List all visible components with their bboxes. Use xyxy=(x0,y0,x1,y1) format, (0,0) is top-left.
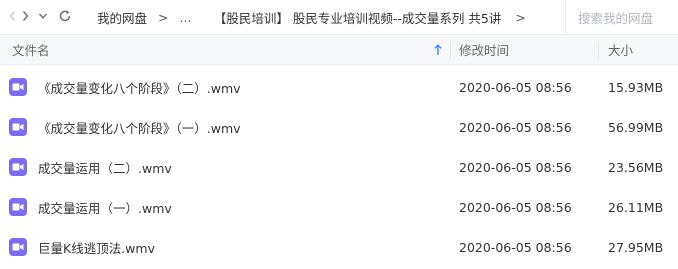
column-header-modified[interactable]: 修改时间 xyxy=(459,35,509,64)
column-header-name[interactable]: 文件名 xyxy=(12,35,50,64)
breadcrumb: 我的网盘 > ... > 【股民培训】 股民专业培训视频--成交量系列 共5讲 … xyxy=(97,0,537,34)
history-dropdown-icon[interactable] xyxy=(34,7,52,25)
breadcrumb-separator: > xyxy=(515,9,526,25)
file-name[interactable]: 成交量运用（一）.wmv xyxy=(38,187,172,227)
column-divider[interactable] xyxy=(450,41,451,59)
file-size: 23.56MB xyxy=(608,159,664,175)
file-size: 26.11MB xyxy=(608,199,664,215)
refresh-icon[interactable] xyxy=(56,7,74,25)
file-name[interactable]: 《成交量变化八个阶段》（一）.wmv xyxy=(38,107,241,147)
toolbar: 我的网盘 > ... > 【股民培训】 股民专业培训视频--成交量系列 共5讲 … xyxy=(0,0,678,34)
file-name[interactable]: 《成交量变化八个阶段》（二）.wmv xyxy=(38,67,241,107)
file-modified: 2020-06-05 08:56 xyxy=(459,199,572,215)
file-list-header: 文件名 修改时间 大小 xyxy=(0,34,678,65)
file-size: 27.95MB xyxy=(608,239,664,255)
search-input[interactable]: 搜索我的网盘 xyxy=(565,0,678,34)
file-row[interactable]: 成交量运用（一）.wmv 2020-06-05 08:56 26.11MB xyxy=(0,187,678,227)
breadcrumb-item-current-folder[interactable]: 【股民培训】 股民专业培训视频--成交量系列 共5讲 xyxy=(214,8,501,27)
video-file-icon xyxy=(9,238,27,256)
forward-chevron-icon[interactable] xyxy=(16,7,34,25)
file-modified: 2020-06-05 08:56 xyxy=(459,79,572,95)
file-row[interactable]: 《成交量变化八个阶段》（一）.wmv 2020-06-05 08:56 56.9… xyxy=(0,107,678,147)
arrow-up-icon[interactable] xyxy=(433,35,443,64)
file-row[interactable]: 《成交量变化八个阶段》（二）.wmv 2020-06-05 08:56 15.9… xyxy=(0,67,678,107)
file-size: 15.93MB xyxy=(608,79,664,95)
breadcrumb-item-ellipsis[interactable]: ... xyxy=(180,10,192,25)
column-header-size[interactable]: 大小 xyxy=(608,35,633,64)
breadcrumb-item-my-drive[interactable]: 我的网盘 xyxy=(97,8,147,27)
file-name[interactable]: 成交量运用（二）.wmv xyxy=(38,147,172,187)
file-modified: 2020-06-05 08:56 xyxy=(459,239,572,255)
breadcrumb-separator: > xyxy=(158,9,169,25)
file-modified: 2020-06-05 08:56 xyxy=(459,119,572,135)
video-file-icon xyxy=(9,198,27,216)
file-modified: 2020-06-05 08:56 xyxy=(459,159,572,175)
file-row[interactable]: 巨量K线逃顶法.wmv 2020-06-05 08:56 27.95MB xyxy=(0,227,678,267)
file-size: 56.99MB xyxy=(608,119,664,135)
file-name[interactable]: 巨量K线逃顶法.wmv xyxy=(38,227,155,267)
video-file-icon xyxy=(9,78,27,96)
file-row[interactable]: 成交量运用（二）.wmv 2020-06-05 08:56 23.56MB xyxy=(0,147,678,187)
video-file-icon xyxy=(9,158,27,176)
column-divider[interactable] xyxy=(598,41,599,59)
video-file-icon xyxy=(9,118,27,136)
search-placeholder: 搜索我的网盘 xyxy=(578,10,654,26)
